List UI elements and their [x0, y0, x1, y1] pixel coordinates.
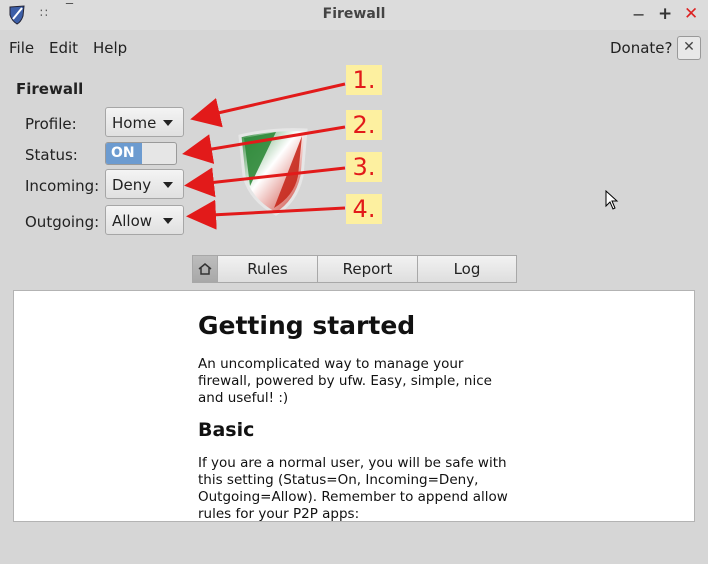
content-heading: Getting started — [198, 311, 416, 340]
content-basic-text: If you are a normal user, you will be sa… — [198, 455, 508, 522]
home-icon — [198, 263, 212, 275]
mouse-cursor-icon — [605, 190, 619, 210]
annotation-2: 2. — [346, 110, 382, 140]
annotation-1: 1. — [346, 65, 382, 95]
tab-log[interactable]: Log — [417, 255, 517, 283]
tab-rules[interactable]: Rules — [217, 255, 318, 283]
tab-report[interactable]: Report — [317, 255, 418, 283]
annotation-4: 4. — [346, 194, 382, 224]
content-panel[interactable]: Getting started An uncomplicated way to … — [13, 290, 695, 522]
tab-home[interactable] — [192, 255, 218, 283]
annotation-3: 3. — [346, 152, 382, 182]
content-intro: An uncomplicated way to manage your fire… — [198, 356, 492, 406]
content-body: Getting started An uncomplicated way to … — [198, 311, 518, 522]
content-subheading: Basic — [198, 419, 255, 441]
